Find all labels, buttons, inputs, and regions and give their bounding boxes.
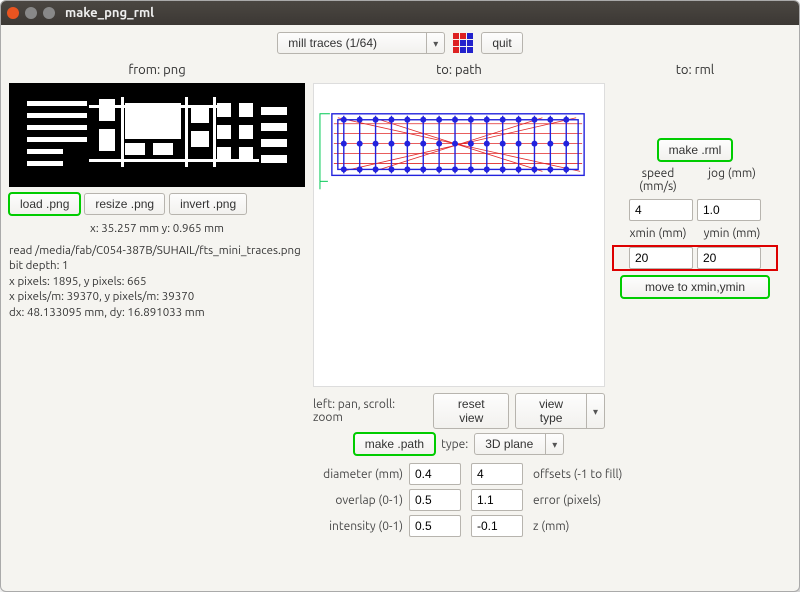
window-minimize-icon[interactable] bbox=[25, 7, 37, 19]
intensity-label: intensity (0-1) bbox=[313, 520, 403, 533]
toolbar: mill traces (1/64) quit bbox=[1, 25, 799, 61]
resize-png-button[interactable]: resize .png bbox=[84, 193, 165, 215]
path-canvas[interactable] bbox=[313, 83, 605, 387]
reset-view-button[interactable]: reset view bbox=[433, 393, 509, 429]
toolpath-preview-icon bbox=[314, 84, 604, 386]
panel-to-rml: to: rml make .rml speed (mm/s) jog (mm) … bbox=[613, 61, 777, 551]
mode-select[interactable]: mill traces (1/64) bbox=[277, 32, 445, 54]
overlap-input[interactable] bbox=[409, 489, 461, 511]
ymin-label: ymin (mm) bbox=[699, 227, 765, 240]
window-close-icon[interactable] bbox=[7, 7, 19, 19]
window-title: make_png_rml bbox=[65, 6, 154, 20]
jog-label: jog (mm) bbox=[699, 167, 765, 193]
path-type-value[interactable]: 3D plane bbox=[474, 433, 546, 455]
path-type-select[interactable]: 3D plane bbox=[474, 433, 564, 455]
type-label: type: bbox=[441, 438, 468, 451]
titlebar: make_png_rml bbox=[1, 1, 799, 25]
cursor-readout: x: 35.257 mm y: 0.965 mm bbox=[9, 221, 305, 237]
diameter-label: diameter (mm) bbox=[313, 468, 403, 481]
panel-to-rml-heading: to: rml bbox=[613, 61, 777, 83]
ymin-input[interactable] bbox=[697, 247, 761, 269]
quit-button[interactable]: quit bbox=[481, 32, 522, 54]
move-to-origin-button[interactable]: move to xmin,ymin bbox=[621, 276, 769, 298]
png-buttons: load .png resize .png invert .png bbox=[9, 193, 305, 215]
path-controls: left: pan, scroll: zoom reset view view … bbox=[313, 393, 605, 537]
xmin-input[interactable] bbox=[629, 247, 693, 269]
mode-select-value[interactable]: mill traces (1/64) bbox=[277, 32, 427, 54]
error-input[interactable] bbox=[471, 489, 523, 511]
grid-icon[interactable] bbox=[451, 31, 475, 55]
path-parameters: diameter (mm) offsets (-1 to fill) overl… bbox=[313, 463, 605, 537]
view-type-value[interactable]: view type bbox=[515, 393, 587, 429]
offsets-input[interactable] bbox=[471, 463, 523, 485]
load-png-button[interactable]: load .png bbox=[9, 193, 80, 215]
panel-to-path: to: path bbox=[313, 61, 605, 551]
view-type-caret[interactable] bbox=[587, 393, 605, 429]
png-info: read /media/fab/C054-387B/SUHAIL/fts_min… bbox=[9, 243, 305, 321]
panel-to-path-heading: to: path bbox=[313, 61, 605, 83]
canvas-hint: left: pan, scroll: zoom bbox=[313, 398, 427, 424]
diameter-input[interactable] bbox=[409, 463, 461, 485]
jog-input[interactable] bbox=[697, 199, 761, 221]
invert-png-button[interactable]: invert .png bbox=[169, 193, 247, 215]
panel-from-png: from: png bbox=[9, 61, 305, 551]
png-preview[interactable] bbox=[9, 83, 305, 187]
main-columns: from: png bbox=[1, 61, 799, 551]
overlap-label: overlap (0-1) bbox=[313, 494, 403, 507]
mode-select-caret[interactable] bbox=[427, 32, 445, 54]
intensity-input[interactable] bbox=[409, 515, 461, 537]
xmin-label: xmin (mm) bbox=[625, 227, 691, 240]
pcb-trace-icon bbox=[9, 83, 305, 187]
path-type-caret[interactable] bbox=[546, 433, 564, 455]
z-input[interactable] bbox=[471, 515, 523, 537]
app-window: make_png_rml mill traces (1/64) quit fro… bbox=[0, 0, 800, 592]
speed-label: speed (mm/s) bbox=[625, 167, 691, 193]
make-path-button[interactable]: make .path bbox=[354, 433, 435, 455]
make-rml-button[interactable]: make .rml bbox=[658, 139, 733, 161]
view-type-select[interactable]: view type bbox=[515, 393, 605, 429]
panel-from-png-heading: from: png bbox=[9, 61, 305, 83]
window-maximize-icon[interactable] bbox=[43, 7, 55, 19]
speed-input[interactable] bbox=[629, 199, 693, 221]
